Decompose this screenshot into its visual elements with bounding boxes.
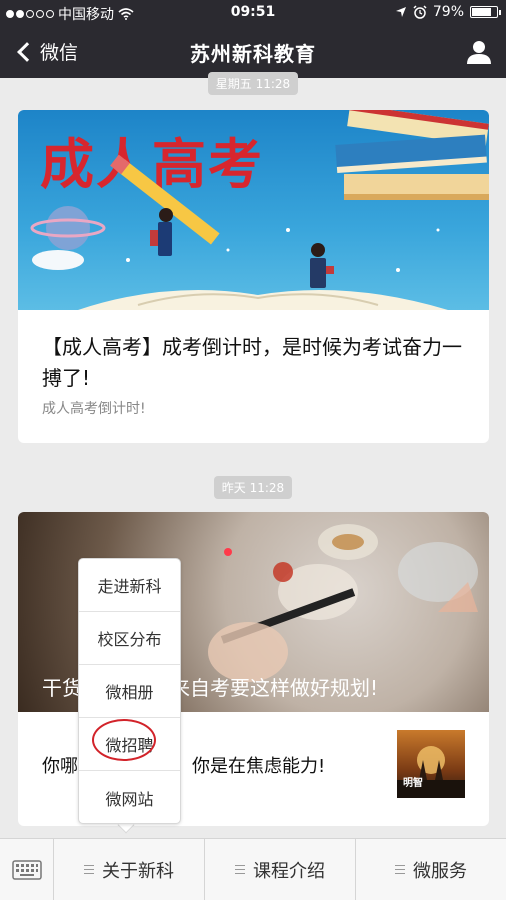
status-bar: 中国移动 09:51 79%	[0, 0, 506, 26]
menu-lines-icon	[395, 865, 405, 874]
submenu-item-about[interactable]: 走进新科	[79, 559, 180, 612]
submenu-item-album[interactable]: 微相册	[79, 665, 180, 718]
article-description: 成人高考倒计时!	[42, 401, 146, 417]
submenu-item-recruit[interactable]: 微招聘	[79, 718, 180, 771]
user-profile-icon[interactable]	[466, 39, 492, 65]
location-arrow-icon	[395, 7, 406, 17]
menu-button-services[interactable]: 微服务	[356, 839, 506, 900]
article-title: 【成人高考】成考倒计时，是时候为考试奋力一搏了!	[42, 335, 462, 390]
article-banner: 成人高考	[18, 110, 489, 310]
menu-lines-icon	[84, 865, 94, 874]
keyboard-toggle-button[interactable]	[0, 839, 54, 900]
menu-button-about[interactable]: 关于新科	[54, 839, 205, 900]
thumbnail-label: 明智	[403, 778, 423, 789]
timestamp: 昨天 11:28	[0, 476, 506, 499]
keyboard-icon	[11, 859, 42, 880]
timestamp: 星期五 11:28	[0, 72, 506, 95]
menu-button-courses[interactable]: 课程介绍	[205, 839, 356, 900]
article-card[interactable]: 成人高考 【成人高考】成考倒计时，是时候为考试奋力一搏了! 成人高考倒计时!	[18, 110, 489, 443]
alarm-icon	[413, 5, 427, 19]
books-illustration	[30, 110, 489, 310]
menu-lines-icon	[235, 865, 245, 874]
battery-percent: 79%	[432, 4, 464, 20]
article-thumbnail: 明智	[397, 730, 465, 798]
menu-button-label: 关于新科	[102, 860, 174, 882]
battery-icon	[470, 6, 501, 18]
nav-bar: 微信 苏州新科教育	[0, 26, 506, 78]
page-title: 苏州新科教育	[190, 42, 316, 66]
submenu-item-campus[interactable]: 校区分布	[79, 612, 180, 665]
bottom-menu-bar: 关于新科 课程介绍 微服务	[0, 838, 506, 900]
status-right: 79%	[395, 4, 501, 20]
menu-button-label: 课程介绍	[253, 860, 325, 882]
submenu-popup: 走进新科 校区分布 微相册 微招聘 微网站	[78, 558, 181, 824]
submenu-item-website[interactable]: 微网站	[79, 771, 180, 824]
menu-button-label: 微服务	[413, 860, 467, 882]
